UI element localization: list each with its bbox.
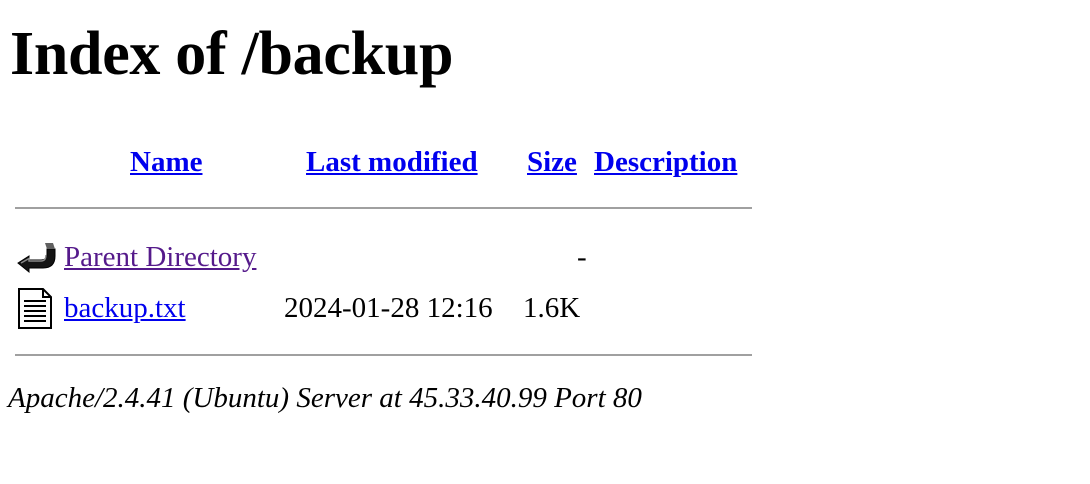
server-signature: Apache/2.4.41 (Ubuntu) Server at 45.33.4… xyxy=(8,382,642,414)
sort-by-size-link[interactable]: Size xyxy=(527,146,577,178)
sort-by-last-modified-link[interactable]: Last modified xyxy=(306,146,478,178)
column-header-last-modified[interactable]: Last modified xyxy=(306,142,478,182)
column-header-size[interactable]: Size xyxy=(527,142,577,182)
table-row-file: backup.txt 2024-01-28 12:16 1.6K xyxy=(15,286,752,330)
table-row-parent-directory: Parent Directory - xyxy=(15,235,752,279)
parent-directory-link[interactable]: Parent Directory xyxy=(64,235,256,279)
sort-by-name-link[interactable]: Name xyxy=(130,146,202,178)
sort-by-description-link[interactable]: Description xyxy=(594,146,737,178)
row-size: - xyxy=(577,241,587,273)
row-last-modified: 2024-01-28 12:16 xyxy=(284,292,493,324)
page-title: Index of /backup xyxy=(10,20,454,88)
text-file-icon[interactable] xyxy=(15,286,57,330)
row-size: 1.6K xyxy=(523,292,581,324)
column-header-description[interactable]: Description xyxy=(594,142,737,182)
footer-divider xyxy=(15,354,752,356)
file-link[interactable]: backup.txt xyxy=(64,286,186,330)
header-divider xyxy=(15,207,752,209)
back-arrow-icon[interactable] xyxy=(15,235,57,279)
column-header-name[interactable]: Name xyxy=(130,142,202,182)
